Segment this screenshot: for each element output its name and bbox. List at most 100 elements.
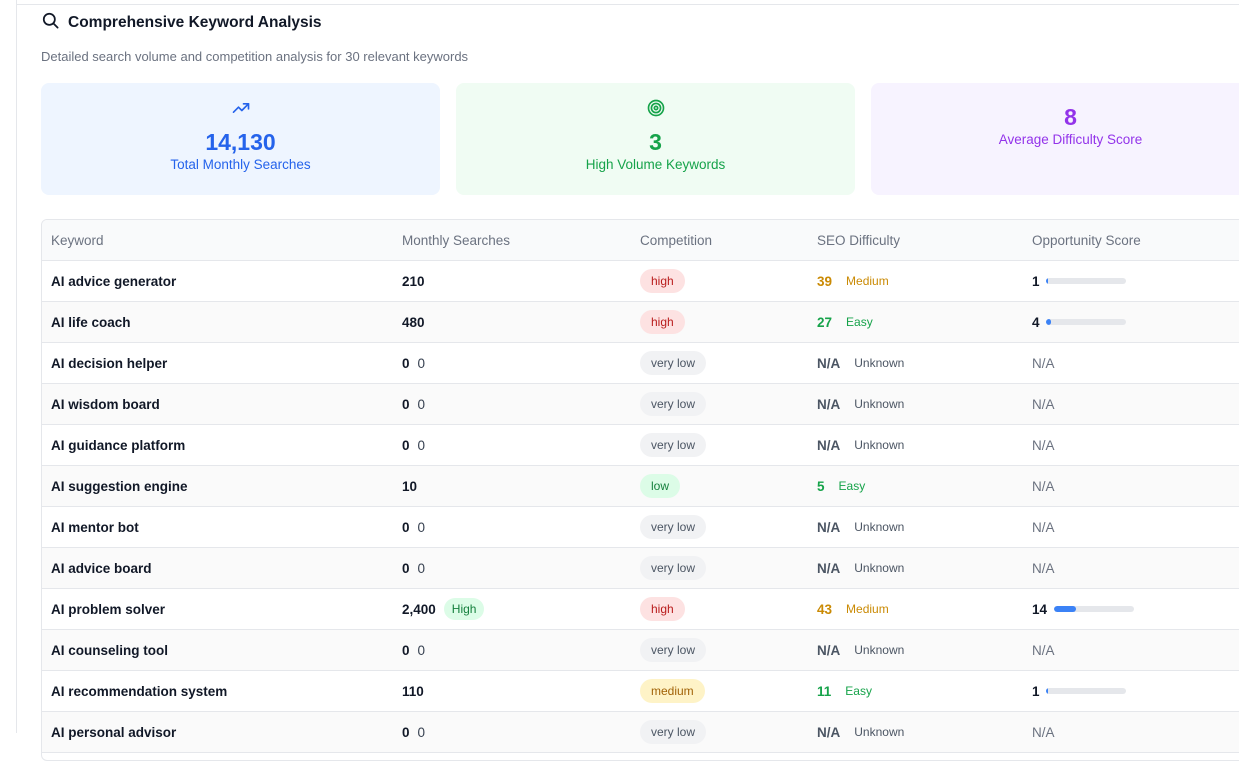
- monthly-searches-value: 0: [402, 355, 410, 371]
- table-row[interactable]: AI problem solver 2,400 High high 43 Medium 14: [42, 589, 1239, 630]
- keyword-text: AI advice generator: [51, 273, 177, 289]
- page-title: Comprehensive Keyword Analysis: [68, 14, 322, 31]
- table-row[interactable]: AI counseling tool 0 0 very low N/A Unknown N/…: [42, 630, 1239, 671]
- opportunity-score-value: N/A: [1032, 437, 1055, 453]
- monthly-searches-secondary: 0: [417, 437, 426, 453]
- opportunity-score-value: N/A: [1032, 396, 1055, 412]
- page-subtitle: Detailed search volume and competition a…: [41, 49, 469, 64]
- opportunity-bar: [1046, 278, 1126, 284]
- seo-difficulty-value: N/A: [817, 642, 841, 658]
- seo-difficulty-label: Easy: [838, 479, 866, 493]
- monthly-searches-value: 0: [402, 396, 410, 412]
- seo-difficulty-value: 39: [817, 273, 833, 289]
- opportunity-bar-fill: [1046, 688, 1048, 694]
- competition-badge: very low: [640, 351, 707, 375]
- keyword-text: AI decision helper: [51, 355, 168, 371]
- opportunity-score-value: N/A: [1032, 560, 1055, 576]
- table-row[interactable]: AI wisdom board 0 0 very low N/A Unknown N/A: [42, 384, 1239, 425]
- competition-badge: very low: [640, 515, 707, 539]
- panel-left-border: [16, 0, 17, 733]
- column-header-opportunity[interactable]: Opportunity Score: [1032, 220, 1141, 260]
- monthly-searches-value: 10: [402, 478, 418, 494]
- total-searches-label: Total Monthly Searches: [170, 157, 311, 172]
- seo-difficulty-value: 27: [817, 314, 833, 330]
- difficulty-value: 8: [1064, 104, 1077, 130]
- high-volume-label: High Volume Keywords: [585, 157, 726, 172]
- monthly-searches-value: 0: [402, 437, 410, 453]
- seo-difficulty-label: Easy: [845, 684, 872, 698]
- target-icon: [456, 98, 855, 123]
- table-row[interactable]: AI guidance platform 0 0 very low N/A Unknown…: [42, 425, 1239, 466]
- competition-badge: very low: [640, 433, 707, 457]
- seo-difficulty-label: Unknown: [854, 520, 905, 534]
- keyword-text: AI recommendation system: [51, 683, 228, 699]
- competition-badge: very low: [640, 638, 707, 662]
- trending-up-icon: [41, 98, 440, 123]
- opportunity-score-value: N/A: [1032, 724, 1055, 740]
- keyword-text: AI advice board: [51, 560, 152, 576]
- keyword-text: AI guidance platform: [51, 437, 186, 453]
- seo-difficulty-label: Unknown: [854, 643, 905, 657]
- monthly-searches-value: 2,400: [402, 601, 436, 617]
- seo-difficulty-value: 43: [817, 601, 833, 617]
- competition-badge: high: [640, 310, 685, 334]
- opportunity-bar: [1046, 688, 1126, 694]
- seo-difficulty-label: Unknown: [854, 397, 905, 411]
- opportunity-bar: [1046, 319, 1126, 325]
- seo-difficulty-label: Unknown: [854, 438, 905, 452]
- opportunity-score-value: 1: [1032, 683, 1040, 699]
- seo-difficulty-label: Unknown: [854, 561, 905, 575]
- competition-badge: very low: [640, 556, 707, 580]
- monthly-searches-secondary: 0: [417, 560, 426, 576]
- monthly-searches-value: 0: [402, 560, 410, 576]
- section-header: Comprehensive Keyword Analysis Detailed …: [41, 12, 468, 64]
- seo-difficulty-value: 5: [817, 478, 825, 494]
- opportunity-score-value: N/A: [1032, 478, 1055, 494]
- panel-top-border: [17, 4, 1239, 5]
- monthly-searches-secondary: 0: [417, 355, 426, 371]
- keyword-text: AI life coach: [51, 314, 131, 330]
- keyword-text: AI wisdom board: [51, 396, 160, 412]
- seo-difficulty-value: N/A: [817, 724, 841, 740]
- table-header-row: Keyword Monthly Searches Competition SEO…: [42, 220, 1239, 261]
- opportunity-score-value: 4: [1032, 314, 1040, 330]
- search-icon: [41, 11, 60, 35]
- table-row[interactable]: AI suggestion engine 10 low 5 Easy N/A: [42, 466, 1239, 507]
- table-row[interactable]: AI advice board 0 0 very low N/A Unknown N/A: [42, 548, 1239, 589]
- seo-difficulty-value: 11: [817, 683, 832, 699]
- opportunity-bar-fill: [1054, 606, 1077, 612]
- opportunity-score-value: N/A: [1032, 642, 1055, 658]
- column-header-keyword[interactable]: Keyword: [51, 220, 104, 260]
- monthly-searches-value: 210: [402, 273, 425, 289]
- seo-difficulty-value: N/A: [817, 355, 841, 371]
- seo-difficulty-value: N/A: [817, 560, 841, 576]
- stats-cards: 14,130 Total Monthly Searches 3 High Vol…: [41, 83, 1239, 195]
- total-searches-value: 14,130: [205, 129, 276, 155]
- competition-badge: very low: [640, 720, 707, 744]
- monthly-searches-value: 0: [402, 642, 410, 658]
- keyword-text: AI personal advisor: [51, 724, 177, 740]
- column-header-searches[interactable]: Monthly Searches: [402, 220, 510, 260]
- keyword-text: AI counseling tool: [51, 642, 168, 658]
- opportunity-bar-fill: [1046, 319, 1051, 325]
- keyword-text: AI suggestion engine: [51, 478, 188, 494]
- table-row[interactable]: AI mentor bot 0 0 very low N/A Unknown N/A: [42, 507, 1239, 548]
- table-row[interactable]: AI decision helper 0 0 very low N/A Unknown N/…: [42, 343, 1239, 384]
- volume-badge: High: [443, 598, 485, 620]
- table-row[interactable]: AI life coach 480 high 27 Easy 4: [42, 302, 1239, 343]
- high-volume-value: 3: [649, 129, 662, 155]
- seo-difficulty-value: N/A: [817, 519, 841, 535]
- table-row[interactable]: AI advice generator 210 high 39 Medium 1: [42, 261, 1239, 302]
- seo-difficulty-label: Medium: [846, 274, 889, 288]
- keyword-text: AI problem solver: [51, 601, 166, 617]
- total-searches-card: 14,130 Total Monthly Searches: [41, 83, 440, 195]
- monthly-searches-value: 0: [402, 724, 410, 740]
- table-row[interactable]: AI recommendation system 110 medium 11 Easy 1: [42, 671, 1239, 712]
- opportunity-score-value: N/A: [1032, 519, 1055, 535]
- column-header-competition[interactable]: Competition: [640, 220, 712, 260]
- monthly-searches-value: 0: [402, 519, 410, 535]
- monthly-searches-value: 110: [402, 683, 424, 699]
- seo-difficulty-value: N/A: [817, 396, 841, 412]
- column-header-difficulty[interactable]: SEO Difficulty: [817, 220, 900, 260]
- competition-badge: very low: [640, 392, 707, 416]
